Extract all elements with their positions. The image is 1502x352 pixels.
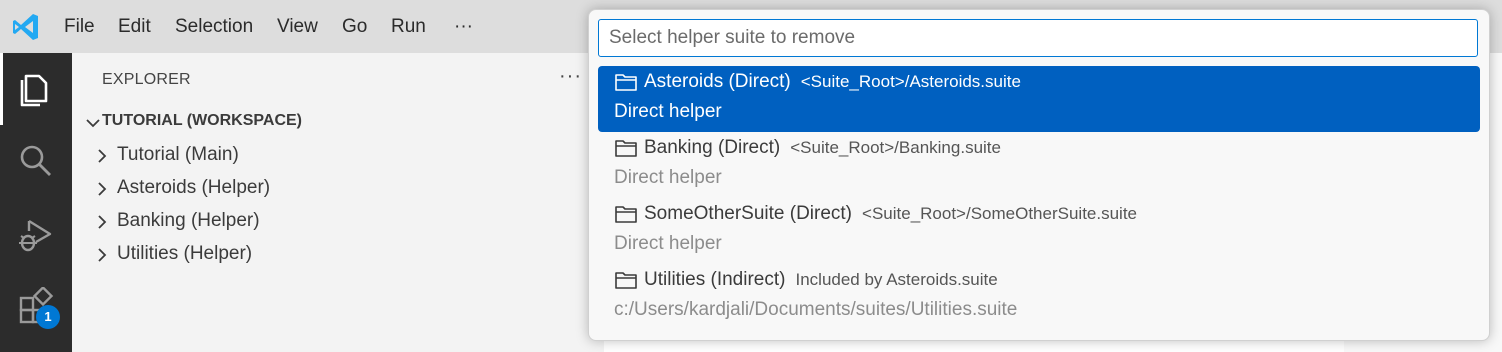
item-description: <Suite_Root>/SomeOtherSuite.suite xyxy=(862,204,1138,223)
menu-view[interactable]: View xyxy=(277,15,318,39)
active-indicator xyxy=(0,53,3,125)
quick-pick-item-label: Banking (Direct) <Suite_Root>/Banking.sui… xyxy=(644,137,1001,159)
quick-pick-item-label: SomeOtherSuite (Direct) <Suite_Root>/Some… xyxy=(644,203,1137,225)
menu-file[interactable]: File xyxy=(64,15,95,39)
chevron-right-icon xyxy=(98,215,107,229)
menu-go[interactable]: Go xyxy=(342,15,367,39)
item-label-text: Asteroids (Direct) xyxy=(644,71,791,92)
quick-pick: Asteroids (Direct) <Suite_Root>/Asteroids… xyxy=(588,9,1490,341)
folder-icon xyxy=(615,74,637,91)
tree-folder-banking[interactable]: Banking (Helper) xyxy=(72,207,604,237)
quick-pick-item[interactable]: Utilities (Indirect) Included by Asteroid… xyxy=(598,264,1480,330)
tree-folder-label: Banking (Helper) xyxy=(117,210,260,231)
folder-icon xyxy=(615,140,637,157)
sidebar-more-button[interactable]: ··· xyxy=(559,65,582,88)
tree-folder-label: Asteroids (Helper) xyxy=(117,177,271,198)
activity-bar: 1 xyxy=(0,53,72,352)
quick-pick-item[interactable]: Asteroids (Direct) <Suite_Root>/Asteroids… xyxy=(598,66,1480,132)
sidebar-title: EXPLORER xyxy=(102,71,191,88)
chevron-right-icon xyxy=(98,149,107,163)
item-label-text: Banking (Direct) xyxy=(644,137,781,158)
chevron-right-icon xyxy=(98,248,107,262)
explorer-icon[interactable] xyxy=(16,67,56,107)
workspace-label: TUTORIAL (WORKSPACE) xyxy=(102,112,302,129)
quick-pick-input[interactable] xyxy=(598,19,1478,57)
tree-folder-label: Utilities (Helper) xyxy=(117,243,253,264)
menu-run[interactable]: Run xyxy=(391,15,426,39)
item-label-text: SomeOtherSuite (Direct) xyxy=(644,203,853,224)
tree-folder-label: Tutorial (Main) xyxy=(117,144,239,165)
chevron-down-icon xyxy=(86,119,100,128)
quick-pick-item[interactable]: Banking (Direct) <Suite_Root>/Banking.sui… xyxy=(598,132,1480,198)
quick-pick-item[interactable]: SomeOtherSuite (Direct) <Suite_Root>/Some… xyxy=(598,198,1480,264)
menu-selection[interactable]: Selection xyxy=(175,15,253,39)
item-detail: Direct helper xyxy=(614,167,722,188)
extensions-badge: 1 xyxy=(36,305,60,329)
menu-edit[interactable]: Edit xyxy=(118,15,151,39)
item-label-text: Utilities (Indirect) xyxy=(644,269,786,290)
item-detail: Direct helper xyxy=(614,101,722,122)
quick-pick-item-label: Utilities (Indirect) Included by Asteroid… xyxy=(644,269,998,291)
item-detail: Direct helper xyxy=(614,233,722,254)
search-icon[interactable] xyxy=(16,141,56,181)
tree-folder-tutorial[interactable]: Tutorial (Main) xyxy=(72,141,604,171)
quick-pick-item-label: Asteroids (Direct) <Suite_Root>/Asteroids… xyxy=(644,71,1021,93)
item-description: <Suite_Root>/Banking.suite xyxy=(790,138,1001,157)
folder-icon xyxy=(615,272,637,289)
workspace-header[interactable]: TUTORIAL (WORKSPACE) xyxy=(72,108,604,138)
run-debug-icon[interactable] xyxy=(16,215,56,255)
menu-more-button[interactable]: ··· xyxy=(454,15,473,39)
explorer-sidebar: EXPLORER ··· TUTORIAL (WORKSPACE) Tutori… xyxy=(72,53,604,352)
tree-folder-asteroids[interactable]: Asteroids (Helper) xyxy=(72,174,604,204)
folder-icon xyxy=(615,206,637,223)
chevron-right-icon xyxy=(98,182,107,196)
item-detail: c:/Users/kardjali/Documents/suites/Utili… xyxy=(614,299,1018,320)
vscode-logo-icon xyxy=(13,14,38,40)
item-description: Included by Asteroids.suite xyxy=(795,270,998,289)
tree-folder-utilities[interactable]: Utilities (Helper) xyxy=(72,240,604,270)
item-description: <Suite_Root>/Asteroids.suite xyxy=(800,72,1021,91)
